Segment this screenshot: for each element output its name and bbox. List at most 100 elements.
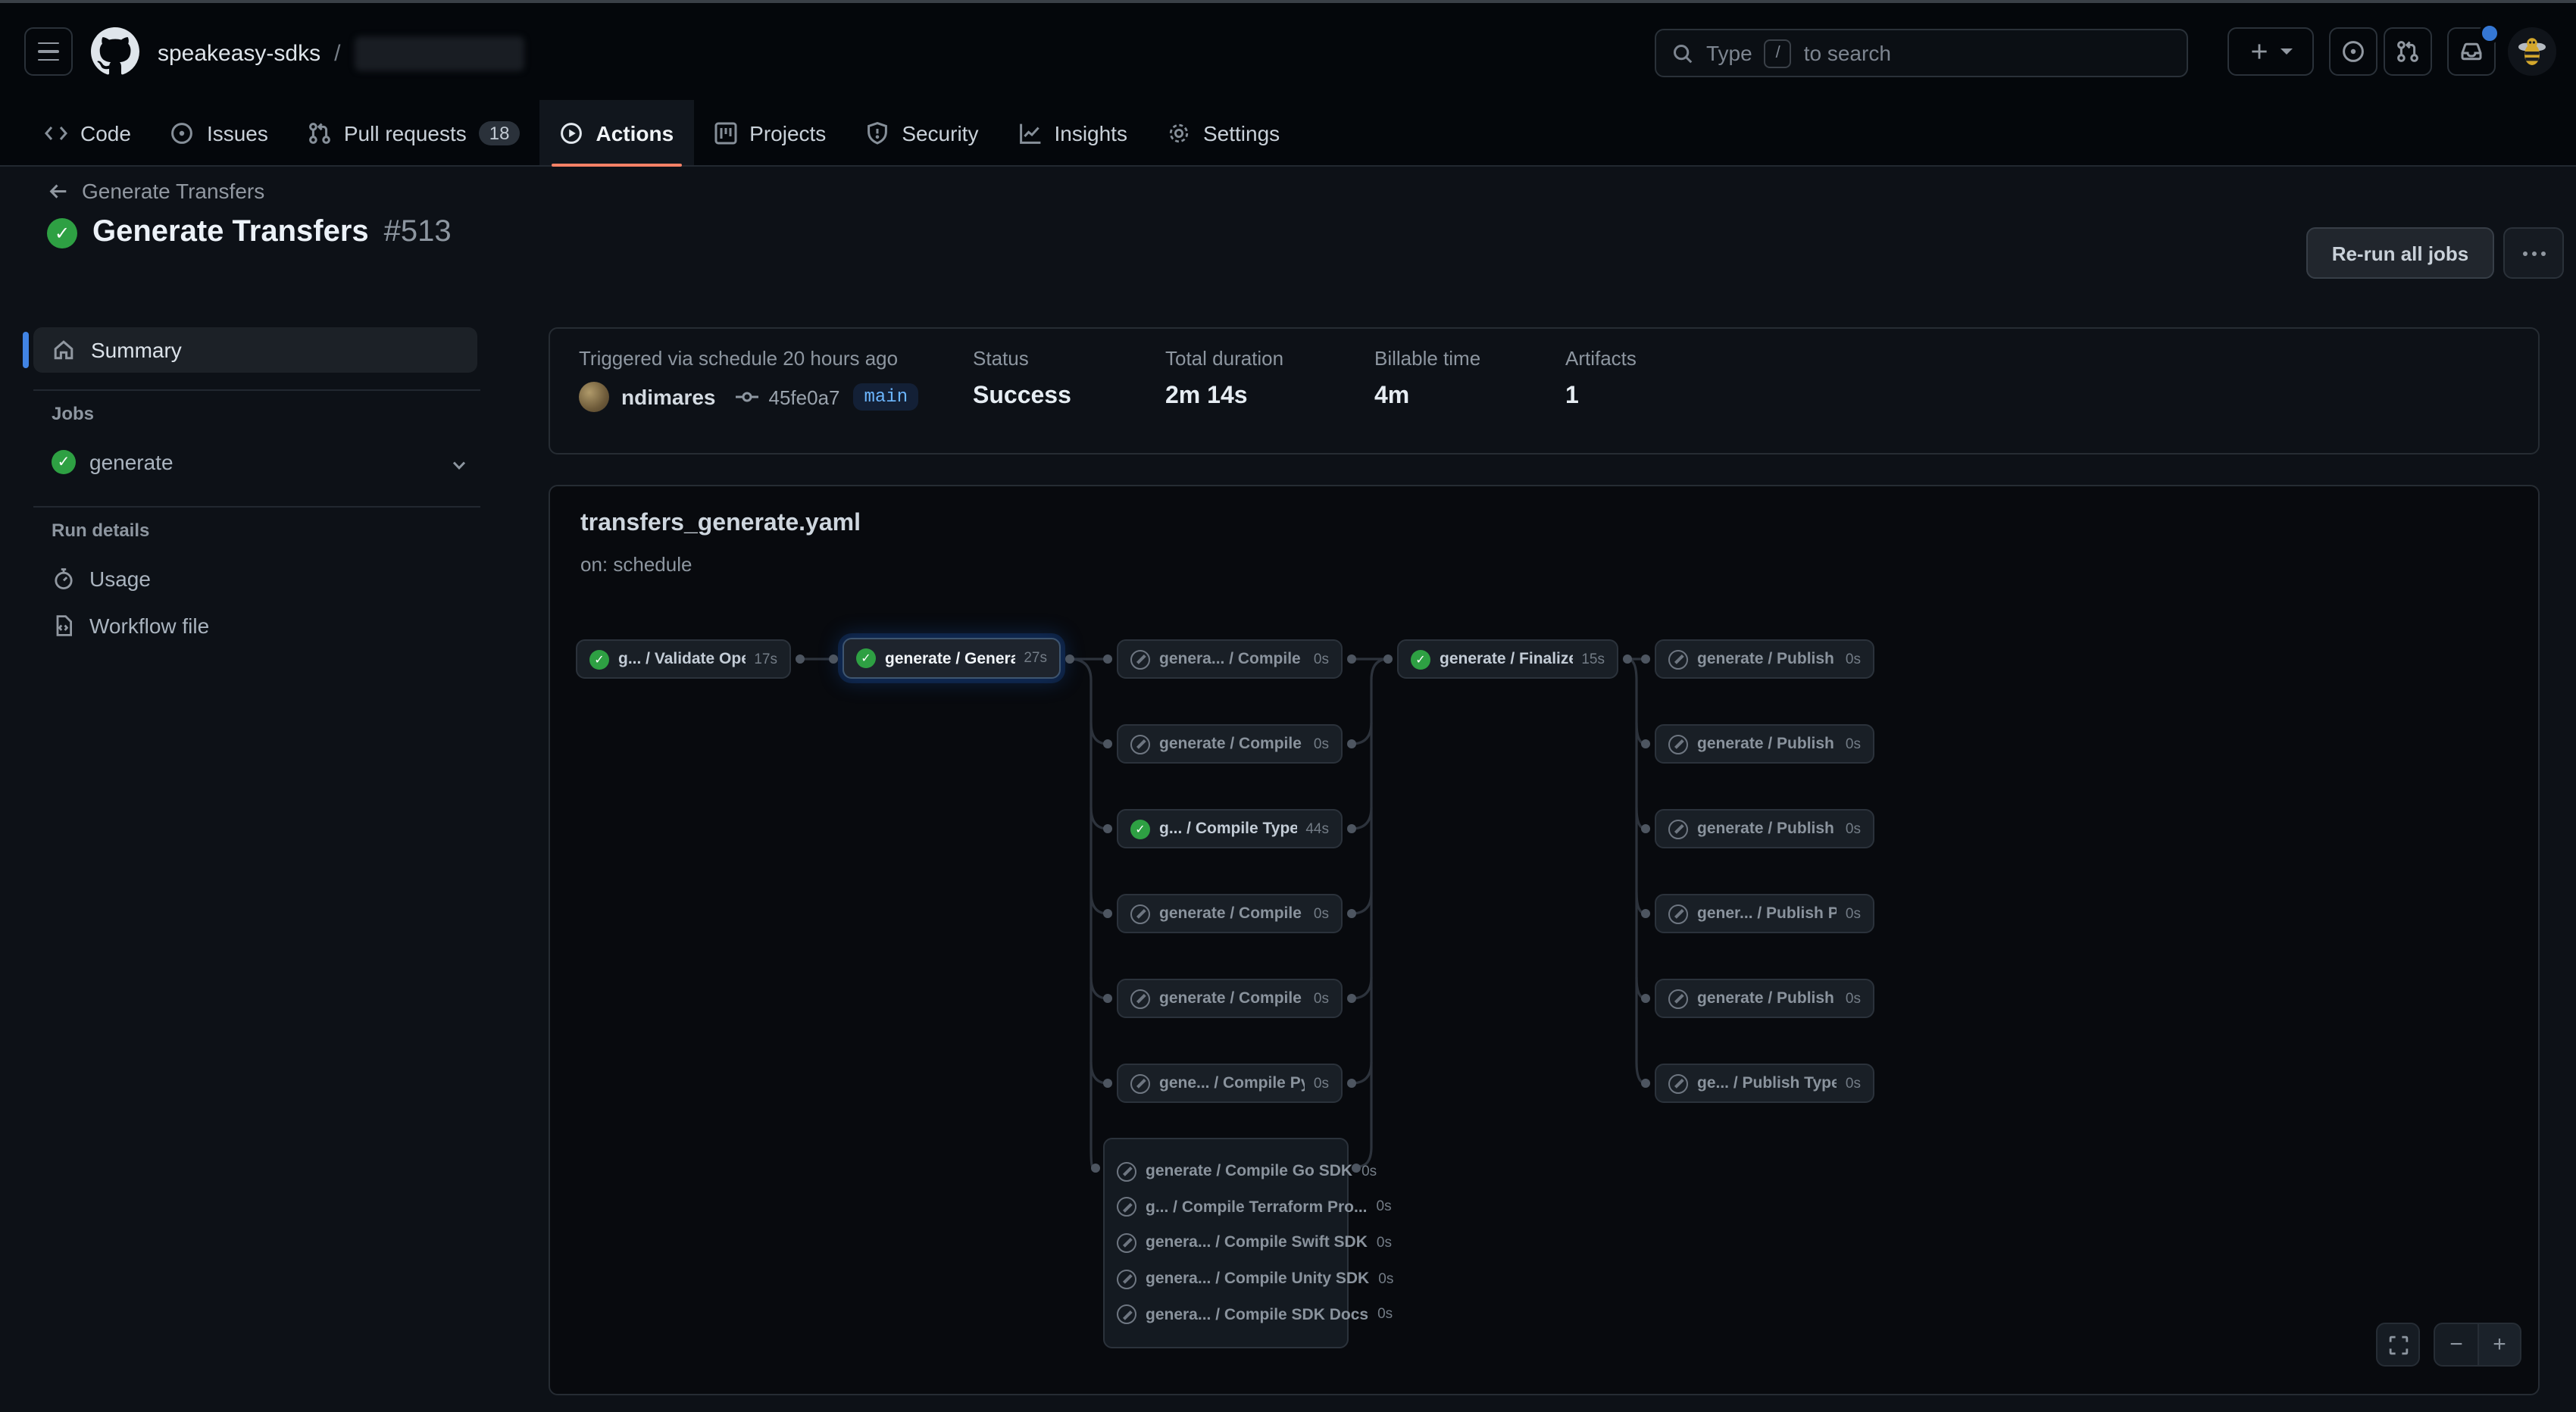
github-logo[interactable] xyxy=(91,27,139,76)
back-link[interactable]: Generate Transfers xyxy=(47,179,264,203)
job-label: generate / Compile Go SDK xyxy=(1146,1162,1352,1180)
job-node-compile-swift-sdk[interactable]: genera... / Compile Swift SDK 0s xyxy=(1117,1233,1335,1253)
commit-row: ndimares 45fe0a7 main xyxy=(579,380,918,414)
project-icon xyxy=(713,120,737,145)
rerun-all-jobs-button[interactable]: Re-run all jobs xyxy=(2306,227,2494,279)
skipped-icon xyxy=(1130,1073,1150,1093)
job-node-compile-typescript-sdk[interactable]: g... / Compile Typescript S... 44s xyxy=(1117,809,1343,848)
skipped-icon xyxy=(1117,1305,1136,1325)
job-node-publish-csharp-sdk[interactable]: generate / Publish C# SDK 0s xyxy=(1655,639,1874,679)
zoom-out-button[interactable]: − xyxy=(2434,1323,2478,1367)
sidebar-item-summary[interactable]: Summary xyxy=(33,327,477,373)
tab-label: Pull requests xyxy=(344,120,467,145)
tab-security[interactable]: Security xyxy=(846,100,998,165)
notifications-inbox-button[interactable] xyxy=(2447,27,2496,76)
tab-issues[interactable]: Issues xyxy=(151,100,288,165)
skipped-icon xyxy=(1668,734,1688,754)
billable-label: Billable time xyxy=(1374,347,1480,370)
job-node-generate-sdk[interactable]: generate / Generate SDK 27s xyxy=(843,638,1061,679)
job-node-validate-openapi-doc[interactable]: g... / Validate OpenAPI Doc... 17s xyxy=(576,639,791,679)
job-node-compile-python-sdk[interactable]: gene... / Compile Python SDK 0s xyxy=(1117,1064,1343,1103)
tab-label: Settings xyxy=(1203,120,1280,145)
job-node-compile-ruby-sdk[interactable]: genera... / Compile Ruby SDK 0s xyxy=(1117,639,1343,679)
kebab-icon xyxy=(2522,251,2527,255)
job-label: generate / Finalize SDK xyxy=(1440,650,1572,668)
job-duration: 15s xyxy=(1581,651,1605,667)
job-node-compile-php-sdk[interactable]: generate / Compile PHP SDK 0s xyxy=(1117,979,1343,1018)
connector-dot xyxy=(1641,909,1650,918)
tab-insights[interactable]: Insights xyxy=(998,100,1147,165)
job-duration: 0s xyxy=(1846,990,1861,1007)
job-node-publish-java-sdk[interactable]: generate / Publish Java SDK 0s xyxy=(1655,724,1874,764)
chevron-down-icon[interactable] xyxy=(449,455,470,476)
global-issues-button[interactable] xyxy=(2329,27,2377,76)
job-node-compile-unity-sdk[interactable]: genera... / Compile Unity SDK 0s xyxy=(1117,1269,1335,1289)
job-node-cluster[interactable]: generate / Compile Go SDK 0s g... / Comp… xyxy=(1103,1138,1349,1348)
success-icon xyxy=(47,217,77,248)
repo-name-redacted[interactable] xyxy=(354,36,524,70)
sidebar-item-usage[interactable]: Usage xyxy=(52,567,151,591)
actor-name[interactable]: ndimares xyxy=(621,385,716,409)
connector-dot xyxy=(1103,824,1112,833)
run-options-kebab-button[interactable] xyxy=(2503,227,2564,279)
sidebar-job-generate[interactable]: generate xyxy=(52,450,174,474)
skipped-icon xyxy=(1668,649,1688,669)
branch-badge[interactable]: main xyxy=(854,383,919,411)
artifacts-value: 1 xyxy=(1565,383,1637,411)
job-duration: 0s xyxy=(1314,1075,1329,1092)
global-pull-requests-button[interactable] xyxy=(2384,27,2432,76)
tab-label: Security xyxy=(902,120,978,145)
job-node-compile-csharp-sdk[interactable]: generate / Compile C# SDK 0s xyxy=(1117,894,1343,933)
shield-icon xyxy=(865,120,889,145)
connector-dot xyxy=(829,654,838,663)
job-node-finalize-sdk[interactable]: generate / Finalize SDK 15s xyxy=(1397,639,1618,679)
user-avatar[interactable] xyxy=(2508,27,2556,76)
zoom-in-button[interactable]: + xyxy=(2478,1323,2521,1367)
connector-dot xyxy=(1641,654,1650,664)
search-placeholder-suffix: to search xyxy=(1804,41,1891,65)
job-duration: 0s xyxy=(1361,1163,1377,1179)
job-label: generate / Publish Java SDK xyxy=(1697,735,1837,753)
sidebar-item-label: Usage xyxy=(89,567,151,591)
breadcrumb-org-link[interactable]: speakeasy-sdks xyxy=(158,40,320,66)
connector-dot xyxy=(1103,654,1112,664)
workflow-graph-panel[interactable]: transfers_generate.yaml on: schedule xyxy=(549,485,2540,1395)
job-label: genera... / Compile SDK Docs xyxy=(1146,1306,1368,1324)
job-node-publish-typescript-sdk[interactable]: ge... / Publish Typescript SDK 0s xyxy=(1655,1064,1874,1103)
back-link-label: Generate Transfers xyxy=(82,179,264,203)
tab-label: Projects xyxy=(749,120,826,145)
bee-avatar-image xyxy=(2512,32,2552,71)
job-node-compile-terraform-provider[interactable]: g... / Compile Terraform Pro... 0s xyxy=(1117,1198,1335,1217)
tab-actions[interactable]: Actions xyxy=(539,100,693,165)
actor-avatar[interactable] xyxy=(579,382,609,412)
git-pull-request-icon xyxy=(308,120,332,145)
trigger-label: Triggered via schedule 20 hours ago xyxy=(579,347,918,370)
tab-code[interactable]: Code xyxy=(24,100,151,165)
tab-pull-requests[interactable]: Pull requests 18 xyxy=(288,100,540,165)
fit-view-button[interactable] xyxy=(2376,1323,2420,1367)
commit-sha-link[interactable]: 45fe0a7 xyxy=(769,386,840,408)
job-duration: 0s xyxy=(1846,736,1861,752)
job-node-publish-python-sdk[interactable]: gener... / Publish Python SDK 0s xyxy=(1655,894,1874,933)
run-number: #513 xyxy=(384,215,452,250)
create-new-button[interactable] xyxy=(2227,27,2314,76)
global-header: speakeasy-sdks / Type / to search xyxy=(0,3,2576,100)
sidebar-item-workflow-file[interactable]: Workflow file xyxy=(52,614,209,638)
job-duration: 0s xyxy=(1314,990,1329,1007)
job-node-publish-php-sdk[interactable]: generate / Publish PHP SDK 0s xyxy=(1655,809,1874,848)
skipped-icon xyxy=(1130,989,1150,1008)
skipped-icon xyxy=(1130,734,1150,754)
job-node-compile-go-sdk[interactable]: generate / Compile Go SDK 0s xyxy=(1117,1161,1335,1181)
job-node-compile-java-sdk[interactable]: generate / Compile Java SDK 0s xyxy=(1117,724,1343,764)
tab-projects[interactable]: Projects xyxy=(693,100,846,165)
job-node-compile-sdk-docs[interactable]: genera... / Compile SDK Docs 0s xyxy=(1117,1305,1335,1325)
hamburger-menu-button[interactable] xyxy=(24,27,73,76)
job-label: generate / Compile PHP SDK xyxy=(1159,989,1305,1007)
search-input[interactable]: Type / to search xyxy=(1655,29,2188,77)
job-node-publish-ruby-sdk[interactable]: generate / Publish Ruby SDK 0s xyxy=(1655,979,1874,1018)
tab-settings[interactable]: Settings xyxy=(1147,100,1299,165)
status-value: Success xyxy=(973,383,1071,411)
skipped-icon xyxy=(1668,1073,1688,1093)
sidebar-item-label: Summary xyxy=(91,338,182,362)
job-label: generate / Publish C# SDK xyxy=(1697,650,1837,668)
